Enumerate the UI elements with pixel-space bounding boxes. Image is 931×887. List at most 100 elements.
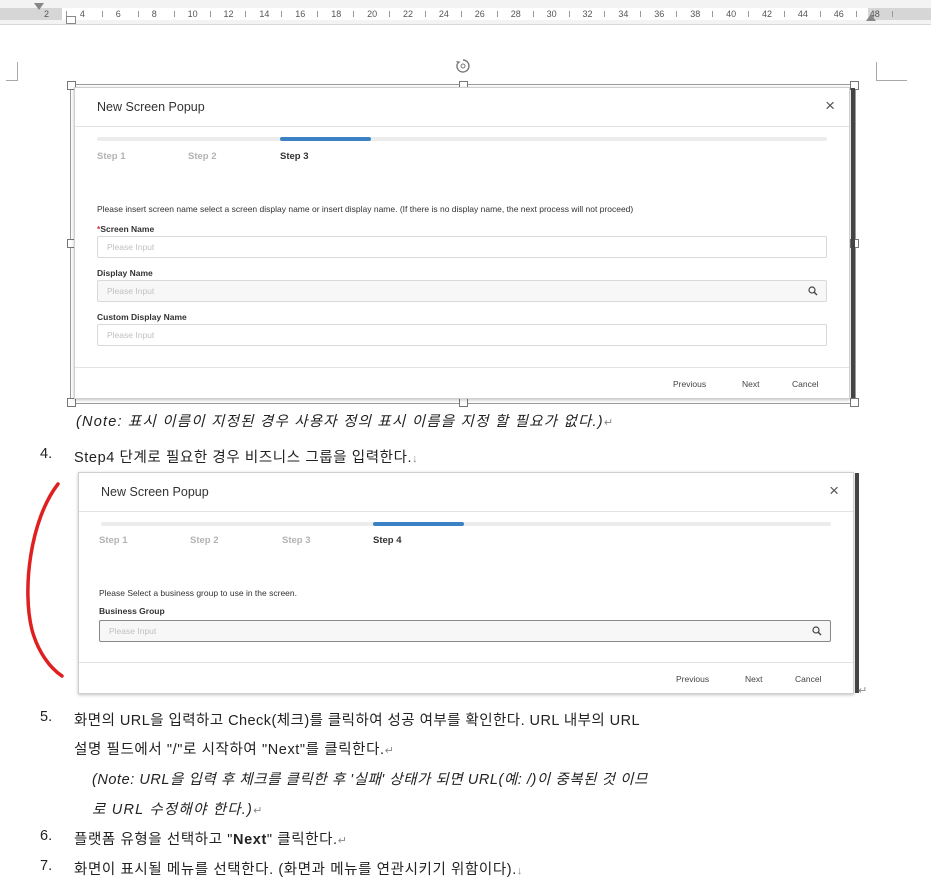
ruler-tick <box>676 11 678 17</box>
search-icon[interactable] <box>808 286 818 296</box>
step-progress-fill <box>373 522 464 526</box>
ruler-tick <box>712 11 714 17</box>
ruler-tick <box>783 11 785 17</box>
item-5-note-line-2: 로 URL 수정해야 한다.)↵ <box>92 802 264 818</box>
ruler-number: 8 <box>151 9 157 19</box>
page-corner-mark-right <box>876 62 907 81</box>
ruler-tick <box>819 11 821 17</box>
ruler-tick <box>460 11 462 17</box>
ruler-number: 30 <box>546 9 557 19</box>
screen-name-label: *Screen Name <box>97 224 155 234</box>
ruler-number: 4 <box>79 9 85 19</box>
ruler-tick <box>173 11 175 17</box>
resize-handle-br[interactable] <box>850 398 859 407</box>
screen-name-input[interactable]: Please Input <box>97 236 827 258</box>
new-screen-popup-step4: New Screen Popup × Step 1 Step 2 Step 3 … <box>78 472 859 694</box>
ruler-tick <box>604 11 606 17</box>
ruler-number: 40 <box>726 9 737 19</box>
ruler-tick <box>101 11 103 17</box>
left-indent-marker[interactable] <box>66 16 76 24</box>
list-number-5: 5. <box>40 709 53 725</box>
popup-footer: Previous Next Cancel <box>75 367 849 398</box>
ruler-number: 22 <box>403 9 414 19</box>
ruler-number: 34 <box>618 9 629 19</box>
item-5-line-1: 화면의 URL을 입력하고 Check(체크)를 클릭하여 성공 여부를 확인한… <box>74 713 641 729</box>
list-number-7: 7. <box>40 858 53 874</box>
ruler-number: 46 <box>833 9 844 19</box>
ruler-margin-left <box>0 8 62 20</box>
ruler-tick <box>855 11 857 17</box>
list-number-6: 6. <box>40 828 53 844</box>
ruler-number: 44 <box>797 9 808 19</box>
ruler: 2 4 6 8 10 12 14 16 18 20 22 24 26 28 30 32 34 36 38 40 42 44… <box>0 0 931 25</box>
popup-title: New Screen Popup <box>101 485 209 499</box>
item-6-text: 플랫폼 유형을 선택하고 "Next" 클릭한다.↵ <box>74 832 348 848</box>
ruler-number: 36 <box>654 9 665 19</box>
popup-header: New Screen Popup × <box>75 88 849 127</box>
resize-handle-bc[interactable] <box>459 398 468 407</box>
ruler-tick <box>209 11 211 17</box>
step-progress-fill <box>280 137 371 141</box>
ruler-tick <box>389 11 391 17</box>
item-5-note-line-1: (Note: URL을 입력 후 체크를 클릭한 후 '실패' 상태가 되면 U… <box>92 772 648 788</box>
ruler-tick <box>496 11 498 17</box>
ruler-tick <box>245 11 247 17</box>
popup-title: New Screen Popup <box>97 100 205 114</box>
resize-handle-bl[interactable] <box>67 398 76 407</box>
ruler-tick <box>532 11 534 17</box>
instruction-text: Please insert screen name select a scree… <box>97 204 634 214</box>
close-icon[interactable]: × <box>829 481 839 501</box>
step-1-label: Step 1 <box>97 151 126 162</box>
previous-button[interactable]: Previous <box>676 674 709 684</box>
ruler-tick <box>568 11 570 17</box>
popup-header: New Screen Popup × <box>79 473 853 512</box>
step-2-label: Step 2 <box>188 151 217 162</box>
ruler-tick <box>424 11 426 17</box>
new-screen-popup-step3: New Screen Popup × Step 1 Step 2 Step 3 … <box>74 87 855 399</box>
ruler-tick <box>353 11 355 17</box>
step-3-label: Step 3 <box>280 151 309 162</box>
cancel-button[interactable]: Cancel <box>795 674 821 684</box>
ruler-number: 2 <box>44 9 50 19</box>
next-button[interactable]: Next <box>742 379 759 389</box>
ruler-tick <box>281 11 283 17</box>
search-icon[interactable] <box>812 626 822 636</box>
custom-display-name-input[interactable]: Please Input <box>97 324 827 346</box>
list-number-4: 4. <box>40 446 53 462</box>
note-display-name: (Note: 표시 이름이 지정된 경우 사용자 정의 표시 이름을 지정 할 … <box>76 414 615 430</box>
ruler-tick <box>640 11 642 17</box>
ruler-number: 18 <box>331 9 342 19</box>
page-corner-mark-left <box>6 62 18 81</box>
step-4-label: Step 4 <box>373 535 402 546</box>
ruler-tick <box>317 11 319 17</box>
close-icon[interactable]: × <box>825 96 835 116</box>
ruler-tick <box>891 11 893 17</box>
red-annotation-bracket <box>26 482 64 678</box>
ruler-number: 16 <box>295 9 306 19</box>
rotate-handle-icon[interactable] <box>455 58 471 74</box>
ruler-number: 42 <box>762 9 773 19</box>
step-3-label: Step 3 <box>282 535 311 546</box>
ruler-number: 6 <box>115 9 121 19</box>
ruler-number: 38 <box>690 9 701 19</box>
ruler-number: 20 <box>367 9 378 19</box>
display-name-input[interactable]: Please Input <box>97 280 827 302</box>
ruler-tick <box>748 11 750 17</box>
display-name-label: Display Name <box>97 268 153 278</box>
cancel-button[interactable]: Cancel <box>792 379 818 389</box>
ruler-number: 10 <box>187 9 198 19</box>
next-button[interactable]: Next <box>745 674 762 684</box>
ruler-number: 24 <box>438 9 449 19</box>
popup-footer: Previous Next Cancel <box>79 662 853 693</box>
right-indent-marker[interactable] <box>866 14 876 21</box>
paragraph-mark: ↵ <box>858 685 868 697</box>
first-line-indent-marker[interactable] <box>34 3 44 10</box>
business-group-label: Business Group <box>99 606 165 616</box>
item-7-text: 화면이 표시될 메뉴를 선택한다. (화면과 메뉴를 연관시키기 위함이다).↓ <box>74 862 523 878</box>
ruler-number: 26 <box>474 9 485 19</box>
item-4-text: Step4 단계로 필요한 경우 비즈니스 그룹을 입력한다.↓ <box>74 450 419 466</box>
previous-button[interactable]: Previous <box>673 379 706 389</box>
ruler-number: 32 <box>582 9 593 19</box>
ruler-number: 14 <box>259 9 270 19</box>
business-group-input[interactable]: Please Input <box>99 620 831 642</box>
